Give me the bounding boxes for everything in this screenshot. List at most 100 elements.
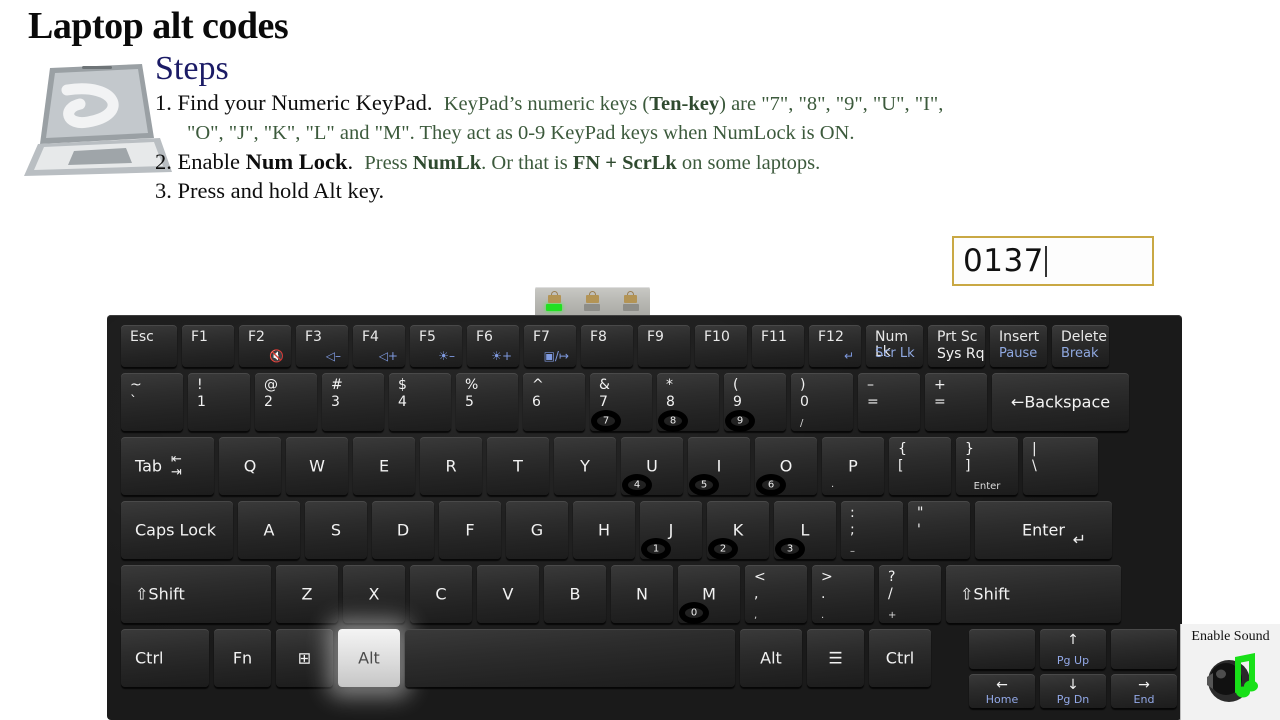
key-quote[interactable]: " ' — [908, 501, 970, 559]
key-e[interactable]: E — [353, 437, 415, 495]
key-tab[interactable]: Tab ⇤ ⇥ — [121, 437, 214, 495]
key-equals[interactable]: + = — [925, 373, 987, 431]
key-7[interactable]: & 7 — [590, 373, 652, 431]
key-ctrl-left[interactable]: Ctrl — [121, 629, 209, 687]
key-shift-right[interactable]: ⇧Shift — [946, 565, 1121, 623]
key-legend-bottom: 7 — [599, 394, 608, 410]
key-f[interactable]: F — [439, 501, 501, 559]
key-y[interactable]: Y — [554, 437, 616, 495]
key-arrow-right[interactable]: → End — [1111, 674, 1177, 708]
key-f12[interactable]: F12 ↵ — [809, 325, 861, 367]
key-6[interactable]: ^ 6 — [523, 373, 585, 431]
key-0[interactable]: ) 0 / — [791, 373, 853, 431]
enable-sound-widget[interactable]: Enable Sound — [1180, 624, 1280, 720]
key-backtick[interactable]: ~ ` — [121, 373, 183, 431]
key-f10[interactable]: F10 — [695, 325, 747, 367]
key-alt-left[interactable]: Alt — [338, 629, 400, 687]
key-comma[interactable]: <,, — [745, 565, 807, 623]
key-minus[interactable]: – = — [858, 373, 920, 431]
key-arrow-down[interactable]: ↓ Pg Dn — [1040, 674, 1106, 708]
alt-code-input[interactable]: 0137 — [952, 236, 1154, 286]
key-f6[interactable]: F6 ☀+ — [467, 325, 519, 367]
key-d[interactable]: D — [372, 501, 434, 559]
key-bracket-left[interactable]: {[ — [889, 437, 951, 495]
key-2[interactable]: @2 — [255, 373, 317, 431]
key-backspace[interactable]: ←Backspace — [992, 373, 1129, 431]
key-f3[interactable]: F3 ◁– — [296, 325, 348, 367]
key-ctrl-right[interactable]: Ctrl — [869, 629, 931, 687]
key-p[interactable]: P · — [822, 437, 884, 495]
key-arrow-left[interactable]: ← Home — [969, 674, 1035, 708]
key-legend-top: > — [821, 569, 833, 585]
key-alt-right[interactable]: Alt — [740, 629, 802, 687]
key-u[interactable]: U — [621, 437, 683, 495]
step-1-line2: "O", "J", "K", "L" and "M". They act as … — [187, 122, 855, 145]
key-1[interactable]: ! 1 — [188, 373, 250, 431]
numpad-legend: . — [821, 610, 825, 621]
key-a[interactable]: A — [238, 501, 300, 559]
key-prt-sc[interactable]: Prt Sc Sys Rq — [928, 325, 985, 367]
key-c[interactable]: C — [410, 565, 472, 623]
key-period[interactable]: >.. — [812, 565, 874, 623]
key-o[interactable]: O — [755, 437, 817, 495]
key-s[interactable]: S — [305, 501, 367, 559]
lock-icon — [624, 291, 638, 303]
key-b[interactable]: B — [544, 565, 606, 623]
key-bracket-right[interactable]: }] Enter — [956, 437, 1018, 495]
key-r[interactable]: R — [420, 437, 482, 495]
key-f7[interactable]: F7 ▣/↦ — [524, 325, 576, 367]
key-enter[interactable]: Enter ↵ — [975, 501, 1112, 559]
key-legend: Tab — [135, 456, 163, 476]
key-menu[interactable]: ☰ — [807, 629, 864, 687]
key-f8[interactable]: F8 — [581, 325, 633, 367]
key-8[interactable]: * 8 — [657, 373, 719, 431]
key-f1[interactable]: F1 — [182, 325, 234, 367]
alt-code-value: 0137 — [963, 243, 1044, 279]
key-l[interactable]: L — [774, 501, 836, 559]
key-insert[interactable]: Insert Pause — [990, 325, 1047, 367]
key-n[interactable]: N — [611, 565, 673, 623]
key-4[interactable]: $4 — [389, 373, 451, 431]
key-legend-bottom: 4 — [398, 394, 407, 410]
key-i[interactable]: I — [688, 437, 750, 495]
key-space[interactable] — [405, 629, 735, 687]
key-legend-bottom: = — [867, 394, 879, 410]
key-h[interactable]: H — [573, 501, 635, 559]
key-slash[interactable]: ? / + — [879, 565, 941, 623]
key-z[interactable]: Z — [276, 565, 338, 623]
key-blank-upper-right[interactable] — [1111, 629, 1177, 669]
key-k[interactable]: K — [707, 501, 769, 559]
key-legend-mini: Enter — [973, 481, 1001, 492]
key-shift-left[interactable]: ⇧Shift — [121, 565, 271, 623]
key-esc[interactable]: Esc — [121, 325, 177, 367]
step-item-1-line2: "O", "J", "K", "L" and "M". They act as … — [155, 117, 1165, 146]
key-blank-upper-left[interactable] — [969, 629, 1035, 669]
key-num-lk[interactable]: Num Lk Scr Lk — [866, 325, 923, 367]
key-f11[interactable]: F11 — [752, 325, 804, 367]
key-f2[interactable]: F2 🔇 — [239, 325, 291, 367]
key-arrow-up[interactable]: ↑ Pg Up — [1040, 629, 1106, 669]
key-j[interactable]: J — [640, 501, 702, 559]
key-w[interactable]: W — [286, 437, 348, 495]
key-t[interactable]: T — [487, 437, 549, 495]
key-caps-lock[interactable]: Caps Lock — [121, 501, 233, 559]
key-f5[interactable]: F5 ☀– — [410, 325, 462, 367]
key-3[interactable]: #3 — [322, 373, 384, 431]
step-1-green-pre: KeyPad’s numeric keys ( — [443, 93, 650, 115]
key-9[interactable]: (9 — [724, 373, 786, 431]
key-semicolon[interactable]: :; – — [841, 501, 903, 559]
key-g[interactable]: G — [506, 501, 568, 559]
step-2-black-post: . — [347, 148, 354, 174]
key-windows[interactable]: ⊞ — [276, 629, 333, 687]
key-x[interactable]: X — [343, 565, 405, 623]
key-delete[interactable]: Delete Break — [1052, 325, 1109, 367]
key-q[interactable]: Q — [219, 437, 281, 495]
key-f9[interactable]: F9 — [638, 325, 690, 367]
key-legend: ⇧Shift — [960, 584, 1010, 604]
key-fn[interactable]: Fn — [214, 629, 271, 687]
key-backslash[interactable]: | \ — [1023, 437, 1098, 495]
key-v[interactable]: V — [477, 565, 539, 623]
key-5[interactable]: % 5 — [456, 373, 518, 431]
key-f4[interactable]: F4 ◁+ — [353, 325, 405, 367]
key-m[interactable]: M — [678, 565, 740, 623]
